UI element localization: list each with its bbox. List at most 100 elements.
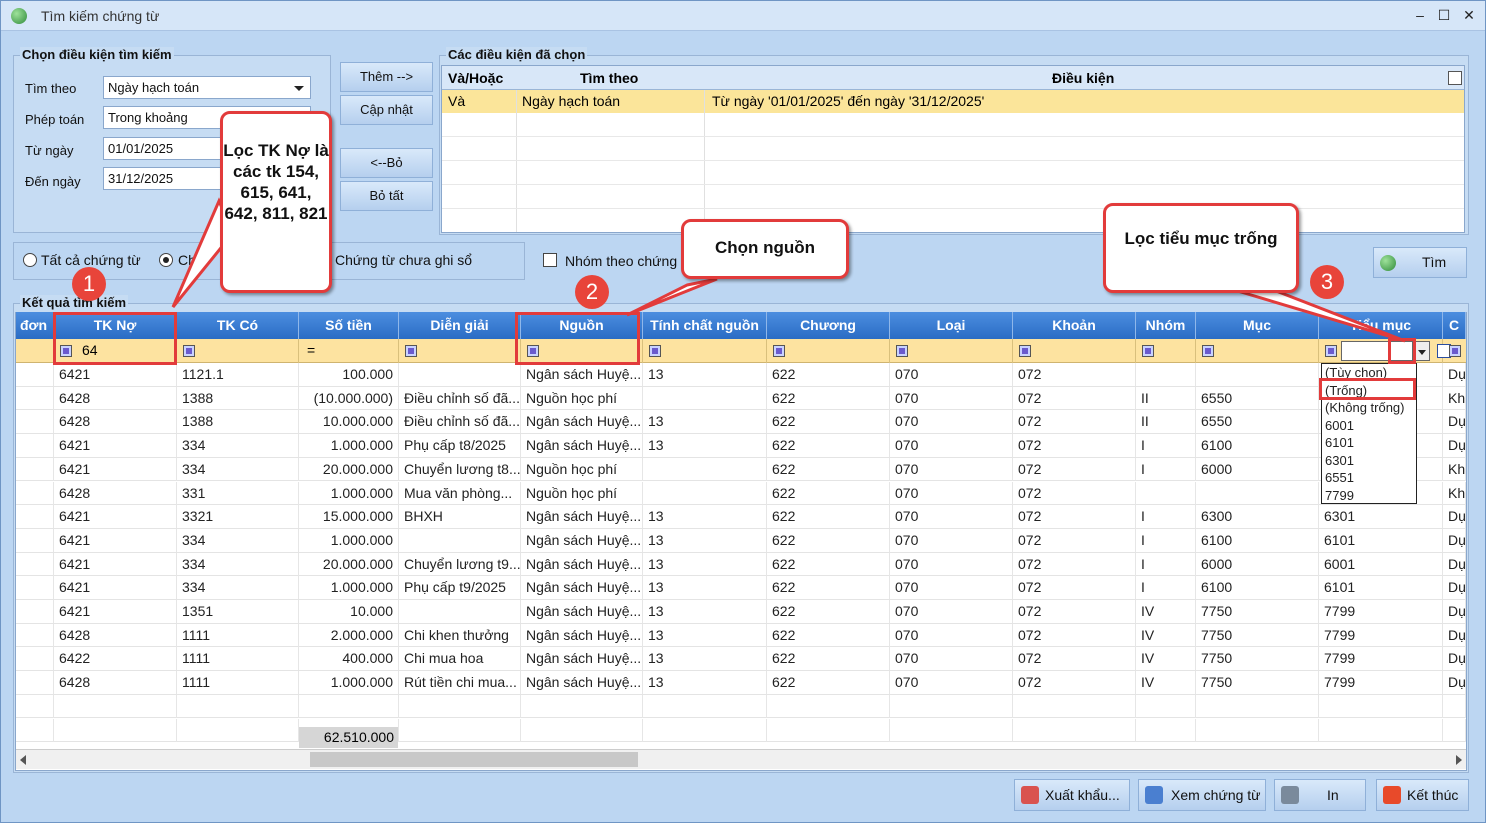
col-header-chuong[interactable]: Chương <box>767 312 890 339</box>
table-row[interactable]: 6428 331 1.000.000 Mua văn phòng... Nguồn họ… <box>16 481 1466 506</box>
dropdown-option[interactable]: 6551 <box>1322 469 1416 487</box>
cell-tinh-chat-nguon: 13 <box>643 505 767 529</box>
chosen-row[interactable]: Và Ngày hạch toán Từ ngày '01/01/2025' đ… <box>442 90 1464 113</box>
filter-cell-tinh-chat-nguon[interactable] <box>643 339 767 363</box>
search-by-select[interactable]: Ngày hạch toán <box>103 76 311 99</box>
filter-cell-c[interactable] <box>1443 339 1466 363</box>
scroll-left-icon[interactable] <box>20 755 26 765</box>
col-header-don[interactable]: đơn <box>16 312 54 339</box>
col-header-dien-giai[interactable]: Diễn giải <box>399 312 521 339</box>
cell-so-tien: 2.000.000 <box>299 623 399 647</box>
dropdown-option[interactable]: 6301 <box>1322 452 1416 470</box>
filter-cell-tk-co[interactable] <box>177 339 299 363</box>
table-row[interactable] <box>16 718 1466 743</box>
filter-cell-dien-giai[interactable] <box>399 339 521 363</box>
cell-muc <box>1196 694 1319 718</box>
table-row[interactable]: 6421 334 1.000.000 Phụ cấp t9/2025 Ngân sách… <box>16 576 1466 600</box>
step-badge-1: 1 <box>72 267 106 301</box>
col-header-c[interactable]: C <box>1443 312 1466 339</box>
all-vouchers-radio[interactable] <box>23 253 37 267</box>
power-icon <box>1383 786 1401 804</box>
cell-c: Khá <box>1443 386 1466 410</box>
table-row[interactable]: 6428 1111 2.000.000 Chi khen thưởng Ngân sác… <box>16 623 1466 648</box>
table-row[interactable]: 6421 334 1.000.000 Ngân sách Huyệ... 13 622 07… <box>16 528 1466 553</box>
cell-tinh-chat-nguon <box>643 386 767 410</box>
cell-tk-no: 6428 <box>54 386 177 410</box>
cell-tinh-chat-nguon <box>643 718 767 742</box>
table-row[interactable]: 6421 334 1.000.000 Phụ cấp t8/2025 Ngân sách… <box>16 434 1466 458</box>
cell-c: Dự <box>1443 505 1466 529</box>
col-header-tk-co[interactable]: TK Có <box>177 312 299 339</box>
col-header-khoan[interactable]: Khoản <box>1013 312 1136 339</box>
cell-tinh-chat-nguon: 13 <box>643 623 767 647</box>
horizontal-scrollbar[interactable] <box>16 749 1466 769</box>
cell-nhom <box>1136 694 1196 718</box>
update-condition-button[interactable]: Cập nhật <box>340 95 433 125</box>
scroll-right-icon[interactable] <box>1456 755 1462 765</box>
finish-button[interactable]: Kết thúc <box>1376 779 1469 811</box>
col-header-tinh-chat-nguon[interactable]: Tính chất nguồn <box>643 312 767 339</box>
cell-so-tien: (10.000.000) <box>299 386 399 410</box>
dropdown-option[interactable]: 6101 <box>1322 434 1416 452</box>
recorded-vouchers-radio[interactable] <box>159 253 173 267</box>
table-row[interactable]: 6428 1388 10.000.000 Điều chỉnh số đã... Ngâ… <box>16 410 1466 435</box>
highlight-empty-option <box>1319 378 1416 400</box>
grid-divider <box>516 90 517 232</box>
cell-c: Khá <box>1443 457 1466 481</box>
table-row[interactable]: 6421 1351 10.000 Ngân sách Huyệ... 13 622 070 0… <box>16 600 1466 624</box>
filter-cell-tieu-muc[interactable] <box>1319 339 1451 363</box>
cell-c: Dự <box>1443 528 1466 552</box>
col-header-so-tien[interactable]: Số tiền <box>299 312 399 339</box>
cell-dien-giai: Điều chỉnh số đã... <box>399 410 521 434</box>
filter-cell-khoan[interactable] <box>1013 339 1136 363</box>
group-by-voucher-checkbox[interactable] <box>543 253 557 267</box>
export-button[interactable]: Xuất khẩu... <box>1014 779 1130 811</box>
table-row[interactable]: 6421 334 20.000.000 Chuyển lương t9... Ngân … <box>16 552 1466 577</box>
table-row[interactable] <box>16 694 1466 719</box>
filter-cell-nhom[interactable] <box>1136 339 1196 363</box>
cell-don <box>16 552 54 576</box>
search-by-label: Tìm theo <box>25 81 77 96</box>
filter-cell-chuong[interactable] <box>767 339 890 363</box>
cell-chuong: 622 <box>767 434 890 458</box>
grid-rule <box>442 160 1464 161</box>
add-condition-button[interactable]: Thêm --> <box>340 62 433 92</box>
table-row[interactable]: 6421 3321 15.000.000 BHXH Ngân sách Huyệ... 1… <box>16 505 1466 529</box>
table-row[interactable]: 6428 1111 1.000.000 Rút tiền chi mua... Ngân… <box>16 671 1466 695</box>
tieu-muc-dropdown-button[interactable] <box>1414 341 1430 361</box>
cell-chuong: 622 <box>767 505 890 529</box>
table-row[interactable]: 6428 1388 (10.000.000) Điều chỉnh số đã... N… <box>16 386 1466 411</box>
view-voucher-button[interactable]: Xem chứng từ <box>1138 779 1266 811</box>
clear-filter-icon[interactable] <box>1448 71 1462 85</box>
table-row[interactable]: 6421 334 20.000.000 Chuyển lương t8... Nguồn… <box>16 457 1466 482</box>
table-row[interactable]: 6422 1111 400.000 Chi mua hoa Ngân sách Huyệ… <box>16 647 1466 672</box>
remove-all-button[interactable]: Bỏ tất <box>340 181 433 211</box>
cell-chuong: 622 <box>767 671 890 695</box>
col-header-nhom[interactable]: Nhóm <box>1136 312 1196 339</box>
print-button[interactable]: In <box>1274 779 1366 811</box>
remove-condition-button[interactable]: <--Bỏ <box>340 148 433 178</box>
cell-tieu-muc <box>1319 694 1443 718</box>
search-button[interactable]: Tìm <box>1373 247 1467 278</box>
filter-cell-muc[interactable] <box>1196 339 1319 363</box>
table-row[interactable]: 6421 1121.1 100.000 Ngân sách Huyệ... 13 622 0… <box>16 363 1466 387</box>
cell-chuong <box>767 718 890 742</box>
minimize-button[interactable]: – <box>1409 5 1431 25</box>
cell-chuong: 622 <box>767 552 890 576</box>
cell-loai: 070 <box>890 600 1013 623</box>
cell-chuong: 622 <box>767 623 890 647</box>
dropdown-option[interactable]: 6001 <box>1322 417 1416 435</box>
dropdown-option[interactable]: 7799 <box>1322 487 1416 505</box>
scrollbar-thumb[interactable] <box>310 752 638 767</box>
col-header-tieu-muc[interactable]: Tiểu mục <box>1319 312 1443 339</box>
col-header-loai[interactable]: Loại <box>890 312 1013 339</box>
maximize-button[interactable]: ☐ <box>1433 5 1455 25</box>
close-button[interactable]: ✕ <box>1458 5 1480 25</box>
filter-cell-so-tien[interactable]: = <box>299 339 399 363</box>
cell-tk-no: 6422 <box>54 647 177 671</box>
cell-loai <box>890 718 1013 742</box>
col-header-muc[interactable]: Mục <box>1196 312 1319 339</box>
cell-dien-giai: Điều chỉnh số đã... <box>399 386 521 410</box>
dropdown-option[interactable]: (Không trống) <box>1322 399 1416 417</box>
filter-cell-loai[interactable] <box>890 339 1013 363</box>
